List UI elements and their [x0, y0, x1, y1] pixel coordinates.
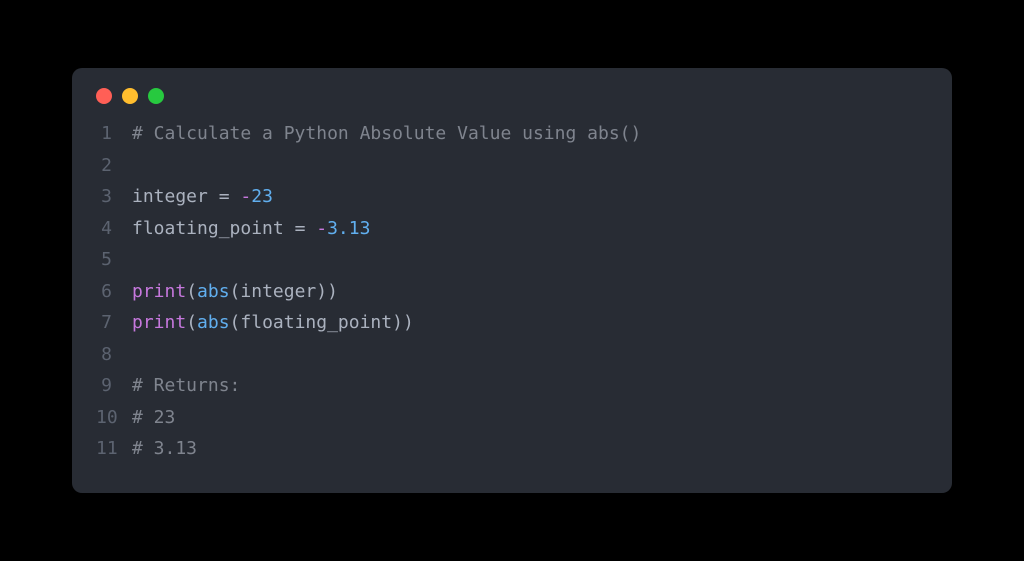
token-comment: # Returns:	[132, 375, 240, 396]
token-func: abs	[197, 312, 230, 333]
token-comment: # 3.13	[132, 438, 197, 459]
line-number: 7	[96, 307, 132, 339]
code-line: 7print(abs(floating_point))	[96, 307, 928, 339]
token-punct: (	[230, 312, 241, 333]
maximize-icon[interactable]	[148, 88, 164, 104]
token-ident: floating_point	[132, 218, 295, 239]
code-line: 2	[96, 150, 928, 182]
line-number: 11	[96, 433, 132, 465]
token-punct: (	[186, 281, 197, 302]
token-ident: integer	[132, 186, 219, 207]
line-number: 2	[96, 150, 132, 182]
token-punct: (	[230, 281, 241, 302]
minimize-icon[interactable]	[122, 88, 138, 104]
line-number: 5	[96, 244, 132, 276]
line-content: # Returns:	[132, 370, 240, 402]
token-op: =	[219, 186, 230, 207]
code-line: 1# Calculate a Python Absolute Value usi…	[96, 118, 928, 150]
token-comment: # Calculate a Python Absolute Value usin…	[132, 123, 641, 144]
token-number: 3.13	[327, 218, 370, 239]
code-line: 5	[96, 244, 928, 276]
line-content: floating_point = -3.13	[132, 213, 370, 245]
token-number: 23	[251, 186, 273, 207]
line-number: 4	[96, 213, 132, 245]
code-line: 6print(abs(integer))	[96, 276, 928, 308]
line-content	[132, 244, 143, 276]
token-ident	[230, 186, 241, 207]
token-punct: ))	[392, 312, 414, 333]
close-icon[interactable]	[96, 88, 112, 104]
line-content	[132, 150, 143, 182]
token-ident: integer	[240, 281, 316, 302]
line-content: print(abs(floating_point))	[132, 307, 414, 339]
code-line: 9# Returns:	[96, 370, 928, 402]
code-block: 1# Calculate a Python Absolute Value usi…	[72, 118, 952, 465]
code-line: 3integer = -23	[96, 181, 928, 213]
line-number: 9	[96, 370, 132, 402]
token-punct: ))	[316, 281, 338, 302]
token-minus: -	[316, 218, 327, 239]
code-line: 10# 23	[96, 402, 928, 434]
line-content: # 23	[132, 402, 175, 434]
token-minus: -	[240, 186, 251, 207]
line-number: 8	[96, 339, 132, 371]
token-punct: (	[186, 312, 197, 333]
line-number: 6	[96, 276, 132, 308]
token-func: abs	[197, 281, 230, 302]
titlebar	[72, 88, 952, 118]
line-content: # Calculate a Python Absolute Value usin…	[132, 118, 641, 150]
line-content: # 3.13	[132, 433, 197, 465]
line-number: 3	[96, 181, 132, 213]
token-op: =	[295, 218, 306, 239]
token-builtin: print	[132, 281, 186, 302]
line-number: 10	[96, 402, 132, 434]
token-ident: floating_point	[240, 312, 392, 333]
token-builtin: print	[132, 312, 186, 333]
code-window: 1# Calculate a Python Absolute Value usi…	[72, 68, 952, 493]
code-line: 8	[96, 339, 928, 371]
line-number: 1	[96, 118, 132, 150]
token-ident	[305, 218, 316, 239]
token-comment: # 23	[132, 407, 175, 428]
line-content: integer = -23	[132, 181, 273, 213]
code-line: 4floating_point = -3.13	[96, 213, 928, 245]
code-line: 11# 3.13	[96, 433, 928, 465]
line-content: print(abs(integer))	[132, 276, 338, 308]
line-content	[132, 339, 143, 371]
